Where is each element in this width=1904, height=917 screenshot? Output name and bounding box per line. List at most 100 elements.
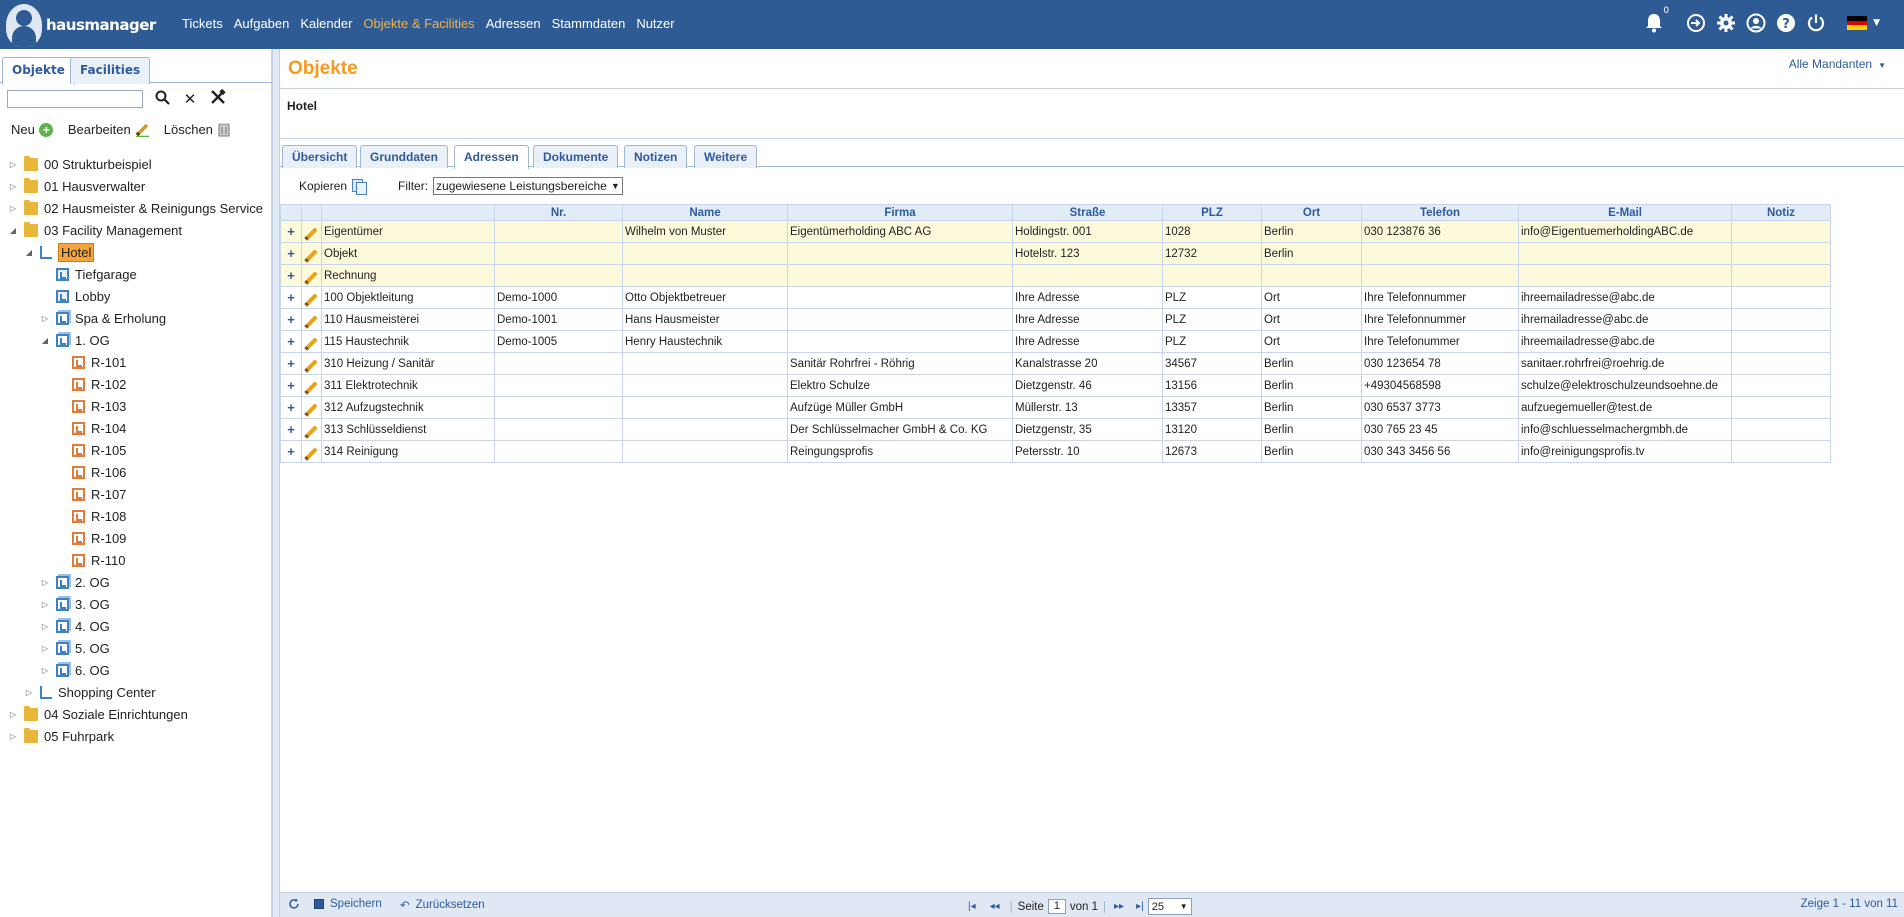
nav-nutzer[interactable]: Nutzer: [636, 16, 674, 31]
page-input[interactable]: 1: [1047, 899, 1066, 914]
edit-row-button[interactable]: [301, 286, 322, 309]
table-row[interactable]: +110 Hausmeisterei Demo-1001 Hans Hausmeis…: [280, 308, 1831, 331]
table-row[interactable]: + Objekt Hotelstr. 123 12732 Berlin: [280, 242, 1831, 265]
table-row[interactable]: + Eigentümer Wilhelm von Muster Eigentümerh…: [280, 220, 1831, 243]
tree-node[interactable]: Lobby: [40, 285, 110, 307]
delete-button[interactable]: Löschen: [164, 122, 232, 137]
expand-toggle-icon[interactable]: ▷: [24, 688, 34, 697]
nav-kalender[interactable]: Kalender: [300, 16, 352, 31]
tree-node[interactable]: ▷ 3. OG: [40, 593, 110, 615]
language-flag-icon[interactable]: [1847, 16, 1868, 31]
tree-node[interactable]: R-106: [56, 461, 126, 483]
tab-notizen[interactable]: Notizen: [624, 145, 688, 168]
expand-row-icon[interactable]: +: [280, 374, 302, 397]
table-row[interactable]: +314 Reinigung Reingungsprofis Petersstr. …: [280, 440, 1831, 463]
tools-icon[interactable]: [209, 88, 227, 109]
table-row[interactable]: +100 Objektleitung Demo-1000 Otto Objektbe…: [280, 286, 1831, 309]
tree-node[interactable]: R-107: [56, 483, 126, 505]
expand-toggle-icon[interactable]: ▷: [40, 644, 50, 653]
expand-toggle-icon[interactable]: ▷: [40, 578, 50, 587]
nav-adressen[interactable]: Adressen: [486, 16, 541, 31]
expand-row-icon[interactable]: +: [280, 352, 302, 375]
edit-row-button[interactable]: [301, 352, 322, 375]
tab-adressen[interactable]: Adressen: [454, 145, 529, 169]
tree-node[interactable]: R-110: [56, 549, 125, 571]
tree-node[interactable]: R-109: [56, 527, 126, 549]
table-row[interactable]: +312 Aufzugstechnik Aufzüge Müller GmbH Mü…: [280, 396, 1831, 419]
first-page-icon[interactable]: |◂: [968, 901, 976, 912]
new-button[interactable]: Neu +: [11, 122, 54, 137]
expand-toggle-icon[interactable]: ▷: [40, 314, 50, 323]
refresh-icon[interactable]: [288, 898, 300, 910]
edit-row-button[interactable]: [301, 242, 322, 265]
expand-toggle-icon[interactable]: ▷: [40, 600, 50, 609]
panel-splitter[interactable]: [272, 49, 280, 917]
tree-node[interactable]: R-102: [56, 373, 126, 395]
expand-row-icon[interactable]: +: [280, 308, 302, 331]
expand-row-icon[interactable]: +: [280, 396, 302, 419]
expand-row-icon[interactable]: +: [280, 242, 302, 265]
edit-row-button[interactable]: [301, 374, 322, 397]
login-icon[interactable]: [1685, 12, 1707, 34]
edit-row-button[interactable]: [301, 440, 322, 463]
collapse-toggle-icon[interactable]: ◢: [8, 226, 18, 235]
tab-objekte[interactable]: Objekte: [2, 57, 75, 85]
tab-uebersicht[interactable]: Übersicht: [282, 145, 358, 168]
col-header-strasse[interactable]: Straße: [1012, 204, 1163, 221]
tree-node[interactable]: ▷ 04 Soziale Einrichtungen: [8, 703, 188, 725]
tree-node[interactable]: ▷ 4. OG: [40, 615, 110, 637]
col-header-firma[interactable]: Firma: [787, 204, 1013, 221]
expand-row-icon[interactable]: +: [280, 330, 302, 353]
tab-grunddaten[interactable]: Grunddaten: [360, 145, 448, 168]
help-icon[interactable]: ?: [1775, 12, 1797, 34]
col-header-telefon[interactable]: Telefon: [1361, 204, 1519, 221]
tree-node[interactable]: ◢ 03 Facility Management: [8, 219, 182, 241]
table-row[interactable]: +311 Elektrotechnik Elektro Schulze Dietzg…: [280, 374, 1831, 397]
tree-node[interactable]: R-103: [56, 395, 126, 417]
save-button[interactable]: Speichern: [314, 898, 382, 910]
edit-row-button[interactable]: [301, 308, 322, 331]
tree-node[interactable]: ▷ 2. OG: [40, 571, 110, 593]
tab-facilities[interactable]: Facilities: [70, 57, 151, 84]
power-icon[interactable]: [1805, 12, 1827, 34]
table-row[interactable]: +313 Schlüsseldienst Der Schlüsselmacher …: [280, 418, 1831, 441]
edit-button[interactable]: Bearbeiten: [68, 122, 150, 137]
expand-toggle-icon[interactable]: ▷: [8, 710, 18, 719]
table-row[interactable]: +115 Haustechnik Demo-1005 Henry Haustechn…: [280, 330, 1831, 353]
nav-tickets[interactable]: Tickets: [182, 16, 223, 31]
expand-toggle-icon[interactable]: ▷: [40, 622, 50, 631]
edit-row-button[interactable]: [301, 418, 322, 441]
edit-row-button[interactable]: [301, 396, 322, 419]
expand-toggle-icon[interactable]: ▷: [8, 204, 18, 213]
col-header-ort[interactable]: Ort: [1261, 204, 1362, 221]
edit-row-button[interactable]: [301, 330, 322, 353]
tree-node[interactable]: R-108: [56, 505, 126, 527]
expand-toggle-icon[interactable]: ▷: [40, 666, 50, 675]
next-page-icon[interactable]: ▸▸: [1114, 901, 1124, 912]
tree-node[interactable]: Tiefgarage: [40, 263, 137, 285]
col-header-nr[interactable]: Nr.: [494, 204, 623, 221]
tree-node[interactable]: ▷ 00 Strukturbeispiel: [8, 153, 152, 175]
tree-node[interactable]: R-101: [56, 351, 126, 373]
table-row[interactable]: + Rechnung: [280, 264, 1831, 287]
clear-icon[interactable]: ✕: [181, 90, 199, 108]
last-page-icon[interactable]: ▸|: [1136, 901, 1144, 912]
tab-dokumente[interactable]: Dokumente: [533, 145, 619, 168]
expand-row-icon[interactable]: +: [280, 418, 302, 441]
tree-node[interactable]: R-105: [56, 439, 126, 461]
tree-search-input[interactable]: [7, 90, 143, 108]
col-header-plz[interactable]: PLZ: [1162, 204, 1262, 221]
expand-row-icon[interactable]: +: [280, 220, 302, 243]
table-row[interactable]: +310 Heizung / Sanitär Sanitär Rohrfrei -…: [280, 352, 1831, 375]
mandanten-dropdown[interactable]: Alle Mandanten ▼: [1789, 57, 1886, 71]
tree-node[interactable]: R-104: [56, 417, 126, 439]
copy-button[interactable]: Kopieren: [299, 179, 368, 195]
tree-node[interactable]: ▷ Spa & Erholung: [40, 307, 166, 329]
tree-node[interactable]: ▷ 5. OG: [40, 637, 110, 659]
expand-toggle-icon[interactable]: ▷: [8, 160, 18, 169]
tree-node[interactable]: ▷ 01 Hausverwalter: [8, 175, 145, 197]
expand-row-icon[interactable]: +: [280, 286, 302, 309]
tree-node[interactable]: ▷ Shopping Center: [24, 681, 156, 703]
tab-weitere[interactable]: Weitere: [694, 145, 758, 168]
edit-row-button[interactable]: [301, 264, 322, 287]
